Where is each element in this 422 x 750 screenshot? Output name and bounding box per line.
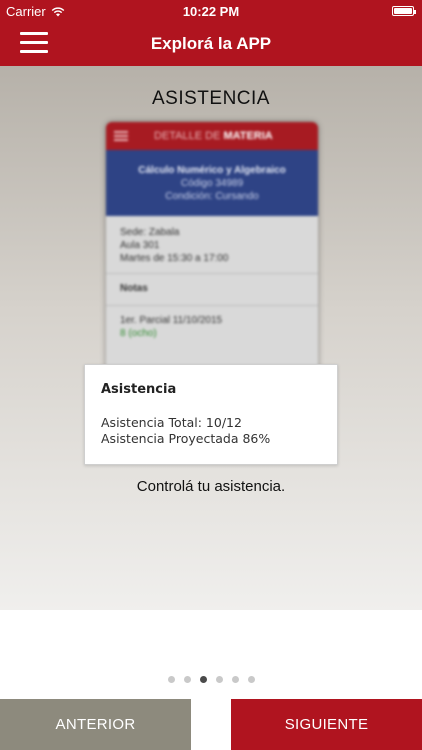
- page-caption: Controlá tu asistencia.: [136, 478, 286, 495]
- app-preview-image: DETALLE DE MATERIA Cálculo Numérico y Al…: [106, 122, 318, 384]
- attendance-card: Asistencia Asistencia Total: 10/12 Asist…: [84, 364, 338, 465]
- preview-header-prefix: DETALLE DE: [154, 130, 221, 142]
- section-title: ASISTENCIA: [152, 88, 270, 109]
- preview-subject-code: Código 34989: [180, 178, 244, 189]
- preview-horario: Martes de 15:30 a 17:00: [120, 253, 229, 264]
- preview-menu-icon: [114, 131, 128, 141]
- preview-sede: Sede: Zabala: [120, 227, 180, 238]
- preview-subject-name: Cálculo Numérico y Algebraico: [138, 165, 286, 176]
- preview-header-bold: MATERIA: [223, 130, 273, 142]
- preview-subject-condition: Condición: Cursando: [165, 191, 259, 202]
- preview-divider: [106, 273, 318, 274]
- status-bar: Carrier 10:22 PM: [0, 0, 422, 22]
- nav-title: Explorá la APP: [150, 34, 272, 53]
- page-dot-4[interactable]: [215, 676, 223, 683]
- page-dot-5[interactable]: [231, 676, 239, 683]
- onboarding-content: ASISTENCIA DETALLE DE MATERIA Cálculo Nu…: [0, 66, 422, 610]
- preview-body: Sede: Zabala Aula 301 Martes de 15:30 a …: [106, 216, 318, 350]
- previous-button[interactable]: ANTERIOR: [0, 699, 191, 750]
- page-dot-6[interactable]: [247, 676, 255, 683]
- preview-subject: Cálculo Numérico y Algebraico Código 349…: [106, 150, 318, 216]
- preview-grade: 8 (ocho): [120, 328, 157, 339]
- attendance-card-title: Asistencia: [101, 382, 177, 397]
- attendance-projected: Asistencia Proyectada 86%: [101, 431, 271, 446]
- page-dot-1[interactable]: [167, 676, 175, 683]
- preview-notas-label: Notas: [120, 283, 148, 294]
- attendance-total: Asistencia Total: 10/12: [101, 415, 242, 430]
- preview-header: DETALLE DE MATERIA: [106, 122, 318, 150]
- status-time: 10:22 PM: [182, 4, 240, 19]
- battery-icon: [392, 6, 416, 16]
- preview-parcial: 1er. Parcial 11/10/2015: [120, 315, 223, 326]
- page-dot-3-active[interactable]: [199, 676, 207, 683]
- nav-bar: Explorá la APP: [0, 22, 422, 66]
- next-button[interactable]: SIGUIENTE: [231, 699, 422, 750]
- page-dot-2[interactable]: [183, 676, 191, 683]
- preview-aula: Aula 301: [120, 240, 160, 251]
- preview-divider: [106, 305, 318, 306]
- page-indicator[interactable]: [0, 676, 422, 683]
